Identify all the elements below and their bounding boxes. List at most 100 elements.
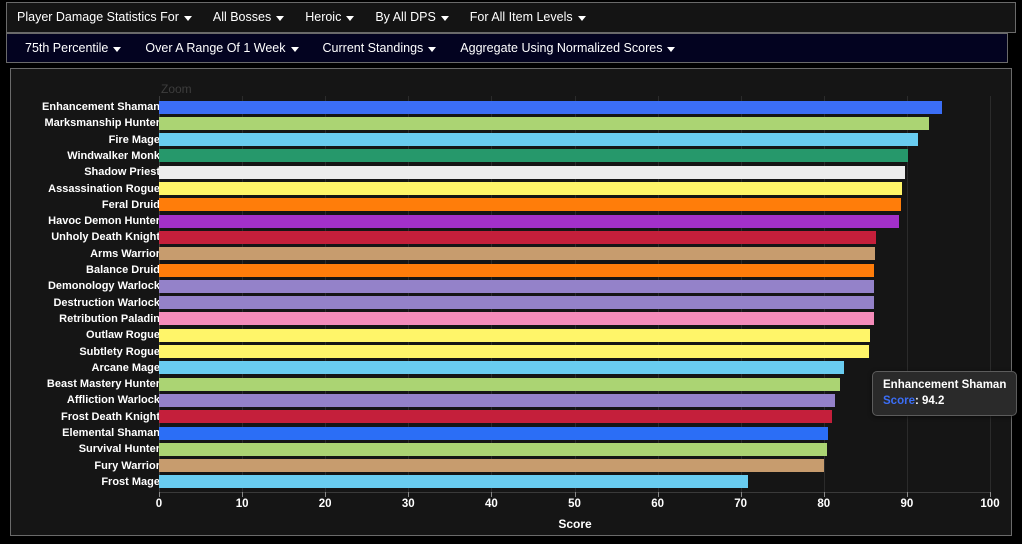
secondary-menu-3[interactable]: Aggregate Using Normalized Scores	[460, 40, 676, 55]
bar-row[interactable]: Arms Warrior	[11, 246, 1013, 262]
secondary-menu-1[interactable]: Over A Range Of 1 Week	[145, 42, 299, 55]
primary-menu-label: For All Item Levels	[469, 10, 573, 25]
x-tick-label-20: 20	[318, 498, 332, 510]
bar-row[interactable]: Outlaw Rogue	[11, 327, 1013, 343]
bar-row[interactable]: Shadow Priest	[11, 164, 1013, 180]
bar-row[interactable]: Fire Mage	[11, 132, 1013, 148]
primary-menu-3[interactable]: By All DPS	[375, 11, 449, 24]
primary-menu-0[interactable]: Player Damage Statistics For	[17, 11, 192, 24]
bar[interactable]	[159, 475, 749, 489]
bar-row[interactable]: Marksmanship Hunter	[11, 115, 1013, 131]
x-tick-mark-90	[906, 492, 908, 497]
bar-label: Outlaw Rogue	[86, 329, 160, 342]
bar-label: Balance Druid	[86, 264, 160, 276]
bar[interactable]	[159, 296, 875, 310]
bar-row[interactable]: Balance Druid	[11, 262, 1013, 278]
primary-menu-2[interactable]: Heroic	[305, 10, 355, 25]
bar-row[interactable]: Fury Warrior	[11, 458, 1013, 474]
bar-label: Windwalker Monk	[67, 149, 160, 162]
secondary-menu-2[interactable]: Current Standings	[323, 42, 437, 55]
tooltip-score-row: Score: 94.2	[883, 395, 1006, 407]
bar-label: Elemental Shaman	[62, 427, 160, 439]
bar-label: Enhancement Shaman	[42, 101, 160, 113]
bar[interactable]	[159, 442, 828, 456]
bar[interactable]	[159, 279, 875, 293]
bar-row[interactable]: Beast Mastery Hunter	[11, 376, 1013, 392]
x-tick-label-70: 70	[734, 498, 748, 510]
chart-panel: Zoom Enhancement Shaman Marksmanship Hunt…	[10, 68, 1018, 536]
secondary-menu-label: Current Standings	[322, 40, 424, 55]
chevron-down-icon	[428, 46, 437, 52]
primary-menu-label: Heroic	[305, 10, 342, 25]
bar[interactable]	[159, 426, 828, 440]
bar[interactable]	[159, 133, 918, 147]
bar-label: Retribution Paladin	[59, 312, 160, 325]
bar[interactable]	[159, 410, 833, 424]
bar[interactable]	[159, 149, 908, 163]
primary-menu-1[interactable]: All Bosses	[213, 11, 285, 24]
x-tick-mark-0	[159, 492, 160, 497]
x-tick-label-10: 10	[235, 498, 249, 510]
bar-row[interactable]: Survival Hunter	[11, 441, 1013, 457]
bar[interactable]	[159, 377, 840, 391]
bar-label: Havoc Demon Hunter	[48, 215, 160, 228]
secondary-menu-0[interactable]: 75th Percentile	[25, 42, 122, 55]
bar[interactable]	[159, 247, 876, 261]
bar[interactable]	[159, 361, 844, 375]
x-tick-label-0: 0	[155, 498, 163, 510]
tooltip-score-key: Score	[883, 395, 915, 407]
bar-label: Fire Mage	[108, 133, 160, 146]
bar[interactable]	[159, 459, 824, 473]
x-tick-label-90: 90	[900, 498, 914, 510]
x-tick-mark-50	[574, 492, 576, 497]
bar-row[interactable]: Frost Mage	[11, 474, 1013, 490]
app-root: Player Damage Statistics For All Bosses He…	[0, 0, 1022, 544]
secondary-menu-label: Aggregate Using Normalized Scores	[460, 40, 663, 55]
bar[interactable]	[159, 100, 942, 114]
bar-label: Assassination Rogue	[48, 182, 160, 195]
x-tick-label-80: 80	[817, 498, 831, 510]
bar[interactable]	[159, 328, 870, 342]
bar-label: Unholy Death Knight	[51, 231, 160, 244]
bar-row[interactable]: Arcane Mage	[11, 360, 1013, 376]
bar[interactable]	[159, 230, 877, 244]
chevron-down-icon	[577, 16, 586, 21]
bar-row[interactable]: Havoc Demon Hunter	[11, 213, 1013, 229]
bar[interactable]	[159, 312, 874, 326]
x-axis-title: Score	[558, 517, 592, 531]
bar[interactable]	[159, 263, 875, 277]
bar-label: Affliction Warlock	[66, 394, 160, 407]
bar[interactable]	[159, 214, 899, 228]
bar-row[interactable]: Enhancement Shaman	[11, 99, 1013, 115]
bar[interactable]	[159, 116, 930, 130]
bar-row[interactable]: Retribution Paladin	[11, 311, 1013, 327]
bar-row[interactable]: Demonology Warlock	[11, 278, 1013, 294]
bar[interactable]	[159, 393, 836, 407]
bar-label: Beast Mastery Hunter	[46, 378, 160, 391]
x-tick-label-60: 60	[651, 498, 664, 510]
bar-label: Frost Death Knight	[61, 410, 160, 423]
bar-row[interactable]: Assassination Rogue	[11, 181, 1013, 197]
x-tick-mark-20	[325, 492, 327, 497]
bar-row[interactable]: Elemental Shaman	[11, 425, 1013, 441]
x-tick-label-100: 100	[980, 498, 1000, 510]
bar[interactable]	[159, 182, 902, 195]
bar[interactable]	[159, 345, 869, 358]
bar-row[interactable]: Destruction Warlock	[11, 295, 1013, 311]
bar-label: Fury Warrior	[94, 459, 160, 472]
bar-row[interactable]: Frost Death Knight	[11, 409, 1013, 425]
bar-row[interactable]: Windwalker Monk	[11, 148, 1013, 164]
chevron-down-icon	[113, 46, 122, 52]
bar-row[interactable]: Feral Druid	[11, 197, 1013, 213]
bar-label: Arms Warrior	[90, 247, 160, 260]
primary-menu-4[interactable]: For All Item Levels	[470, 11, 586, 24]
x-tick-mark-40	[491, 492, 493, 497]
chevron-down-icon	[183, 16, 192, 21]
bar[interactable]	[159, 198, 902, 212]
tooltip-title: Enhancement Shaman	[883, 379, 1007, 391]
bar-row[interactable]: Affliction Warlock	[11, 392, 1013, 408]
bar[interactable]	[159, 165, 906, 179]
bar-row[interactable]: Subtlety Rogue	[11, 344, 1013, 360]
bar-row[interactable]: Unholy Death Knight	[11, 229, 1013, 245]
chevron-down-icon	[440, 16, 449, 21]
